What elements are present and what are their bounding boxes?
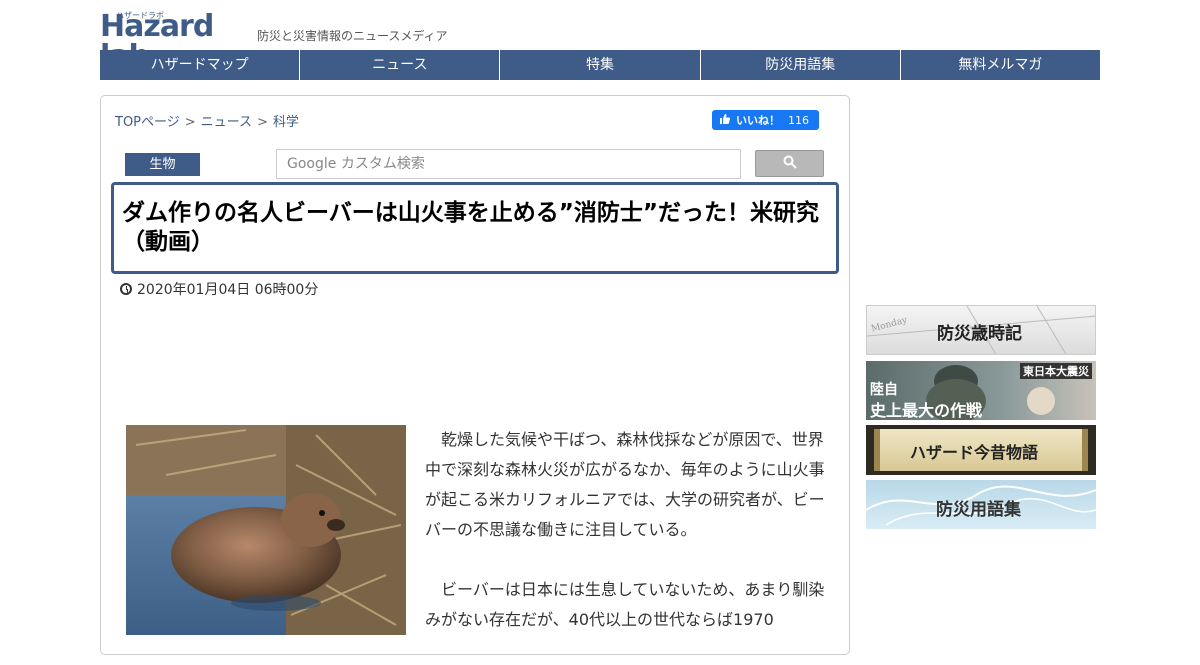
nav-item-features[interactable]: 特集 [500, 50, 701, 80]
main-nav: ハザードマップ ニュース 特集 防災用語集 無料メルマガ [100, 50, 1100, 80]
article-photo [126, 425, 406, 635]
article-body: 乾燥した気候や干ばつ、森林伐採などが原因で、世界中で深刻な森林火災が広がるなか、… [425, 425, 825, 665]
banner-line1: 陸自 [870, 382, 898, 398]
facebook-like-button[interactable]: いいね！ 116 [712, 110, 819, 130]
article-title: ダム作りの名人ビーバーは山火事を止める”消防士”だった！米研究（動画） [122, 200, 820, 255]
breadcrumb-separator: > [184, 115, 196, 130]
banner-tag: 東日本大震災 [1020, 363, 1092, 379]
banner-title: 防災用語集 [936, 500, 1021, 520]
banner-title: 防災歳時記 [937, 324, 1022, 344]
article-date-text: 2020年01月04日 06時00分 [137, 282, 319, 298]
breadcrumb-separator: > [257, 115, 268, 130]
article-date: 2020年01月04日 06時00分 [120, 279, 318, 299]
article-title-box: ダム作りの名人ビーバーは山火事を止める”消防士”だった！米研究（動画） [111, 182, 839, 274]
nav-item-newsletter[interactable]: 無料メルマガ [901, 50, 1100, 80]
breadcrumb-news[interactable]: ニュース [201, 115, 252, 130]
nav-item-glossary[interactable]: 防災用語集 [701, 50, 901, 80]
banner-hazard-konjaku[interactable]: ハザード今昔物語 [866, 425, 1096, 475]
facebook-like-label: いいね！ [736, 114, 780, 127]
search-icon [783, 154, 797, 173]
site-logo[interactable]: ハザードラボ Hazard lab [100, 10, 248, 72]
site-tagline: 防災と災害情報のニュースメディア [257, 29, 448, 43]
facebook-like-count: 116 [788, 113, 809, 127]
article-paragraph: ビーバーは日本には生息していないため、あまり馴染みがない存在だが、40代以上の世… [425, 580, 825, 629]
breadcrumb-top[interactable]: TOPページ [115, 115, 180, 130]
category-tag[interactable]: 生物 [125, 153, 200, 176]
breadcrumb: TOPページ > ニュース > 科学 [115, 111, 299, 130]
clock-icon [120, 283, 132, 295]
search-button[interactable] [755, 150, 824, 177]
nav-item-news[interactable]: ニュース [300, 50, 501, 80]
banner-line2: 史上最大の作戦 [870, 401, 983, 420]
nav-item-hazard-map[interactable]: ハザードマップ [100, 50, 301, 80]
search-input[interactable]: Google カスタム検索 [276, 149, 741, 179]
article-paragraph: 乾燥した気候や干ばつ、森林伐採などが原因で、世界中で深刻な森林火災が広がるなか、… [425, 430, 825, 539]
banner-great-operation[interactable]: 東日本大震災 陸自 史上最大の作戦 [866, 361, 1096, 420]
banner-bousai-saijiki[interactable]: Monday 防災歳時記 [866, 305, 1096, 355]
banner-title: ハザード今昔物語 [910, 443, 1039, 462]
banner-glossary[interactable]: 防災用語集 [866, 480, 1096, 529]
breadcrumb-science[interactable]: 科学 [273, 115, 299, 130]
thumbs-up-icon [718, 113, 732, 128]
